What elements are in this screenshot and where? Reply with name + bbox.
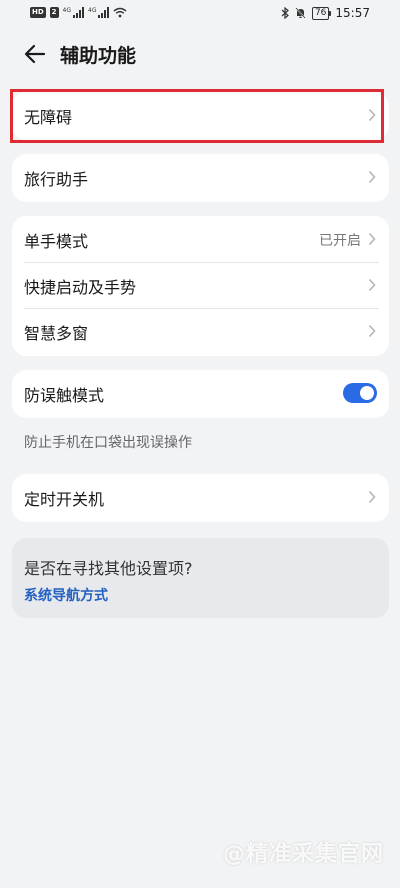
page-header: 辅助功能 (0, 36, 400, 72)
smart-multiwindow-label: 智慧多窗 (24, 324, 89, 343)
sim-badge: 2 (49, 7, 59, 18)
signal-icon-2 (98, 7, 110, 18)
status-right: 76 15:57 (281, 6, 370, 20)
quick-launch-gestures-label: 快捷启动及手势 (24, 278, 137, 297)
network-type-1: 4G (62, 7, 72, 14)
one-handed-mode-label: 单手模式 (24, 232, 89, 251)
scheduled-power-label: 定时开关机 (24, 490, 105, 509)
travel-card: 旅行助手 (12, 154, 389, 202)
divider (24, 262, 379, 263)
signal-icon (73, 7, 85, 18)
chevron-right-icon (368, 324, 376, 338)
settings-screen: HD 2 4G 4G 76 15:57 辅助功能 无障碍 旅行助手 单手模式 已… (0, 0, 400, 888)
system-navigation-link[interactable]: 系统导航方式 (24, 585, 108, 605)
accessibility-card: 无障碍 (12, 92, 389, 140)
mistouch-mode-item: 防误触模式 (12, 370, 389, 416)
travel-assistant-label: 旅行助手 (24, 170, 89, 189)
status-left: HD 2 4G 4G (30, 7, 127, 18)
scheduled-power-item[interactable]: 定时开关机 (12, 474, 389, 520)
clock: 15:57 (335, 6, 370, 20)
back-arrow-icon[interactable] (22, 42, 48, 66)
accessibility-item[interactable]: 无障碍 (12, 92, 389, 138)
bluetooth-icon (281, 7, 289, 19)
chevron-right-icon (368, 108, 376, 122)
one-handed-mode-item[interactable]: 单手模式 已开启 (12, 216, 389, 262)
toggle-knob (360, 386, 374, 400)
battery-icon: 76 (311, 6, 332, 20)
mistouch-toggle[interactable] (343, 383, 377, 403)
page-title: 辅助功能 (60, 45, 137, 67)
schedule-card: 定时开关机 (12, 474, 389, 522)
quick-launch-gestures-item[interactable]: 快捷启动及手势 (12, 262, 389, 308)
mute-bell-icon (295, 7, 306, 19)
hd-badge: HD (30, 7, 46, 18)
status-bar: HD 2 4G 4G 76 15:57 (0, 0, 400, 28)
mistouch-card: 防误触模式 (12, 370, 389, 418)
suggestion-question: 是否在寻找其他设置项? (24, 559, 193, 578)
mistouch-mode-label: 防误触模式 (24, 386, 105, 405)
suggestion-card: 是否在寻找其他设置项? 系统导航方式 (12, 538, 389, 618)
divider (24, 308, 379, 309)
chevron-right-icon (368, 232, 376, 246)
mistouch-description: 防止手机在口袋出现误操作 (24, 435, 192, 451)
chevron-right-icon (368, 490, 376, 504)
smart-multiwindow-item[interactable]: 智慧多窗 (12, 308, 389, 354)
chevron-right-icon (368, 170, 376, 184)
accessibility-label: 无障碍 (24, 108, 73, 127)
gesture-group-card: 单手模式 已开启 快捷启动及手势 智慧多窗 (12, 216, 389, 356)
one-handed-mode-status: 已开启 (319, 233, 361, 249)
network-type-2: 4G (88, 7, 97, 14)
wifi-icon (114, 7, 127, 18)
chevron-right-icon (368, 278, 376, 292)
travel-assistant-item[interactable]: 旅行助手 (12, 154, 389, 200)
watermark-text: @精准采集官网 (222, 842, 384, 867)
